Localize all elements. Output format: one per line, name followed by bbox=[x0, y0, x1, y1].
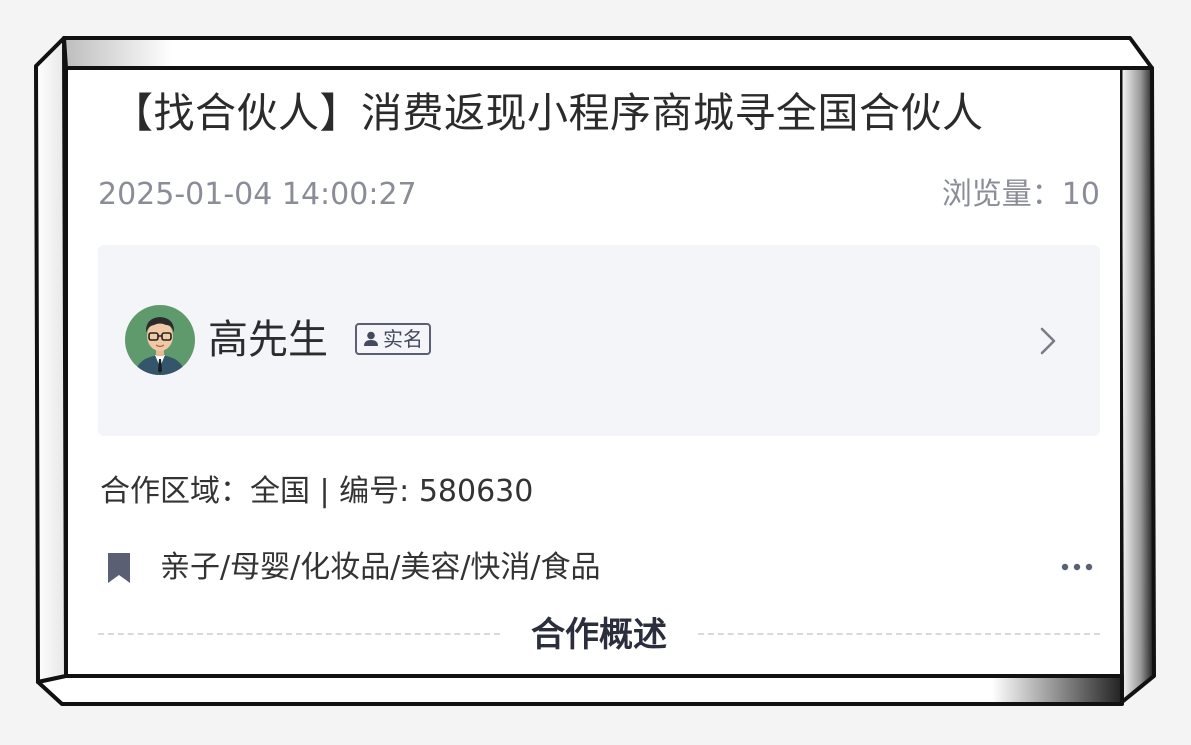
divider-right bbox=[698, 633, 1100, 635]
person-icon bbox=[364, 331, 378, 346]
verified-badge: 实名 bbox=[355, 323, 431, 355]
post-card: 【找合伙人】消费返现小程序商城寻全国合伙人 2025-01-04 14:00:2… bbox=[68, 70, 1120, 674]
post-date: 2025-01-04 14:00:27 bbox=[98, 177, 417, 212]
user-profile-card[interactable]: 高先生 实名 bbox=[98, 245, 1100, 436]
bookmark-icon bbox=[108, 553, 130, 583]
post-meta: 2025-01-04 14:00:27 浏览量：10 bbox=[98, 170, 1100, 220]
male-avatar-glasses-icon bbox=[125, 305, 195, 375]
verified-badge-label: 实名 bbox=[383, 327, 423, 351]
tags-row: 亲子/母婴/化妆品/美容/快消/食品 bbox=[98, 546, 1100, 590]
post-title: 【找合伙人】消费返现小程序商城寻全国合伙人 bbox=[112, 89, 984, 137]
user-name: 高先生 bbox=[208, 317, 328, 363]
section-title: 合作概述 bbox=[531, 615, 667, 655]
industry-tags: 亲子/母婴/化妆品/美容/快消/食品 bbox=[160, 550, 601, 585]
divider-left bbox=[98, 633, 500, 635]
section-header: 合作概述 bbox=[98, 610, 1100, 660]
cooperation-area-and-id: 合作区域：全国 | 编号: 580630 bbox=[100, 474, 534, 509]
chevron-right-icon[interactable] bbox=[1036, 325, 1060, 357]
view-count: 浏览量：10 bbox=[941, 177, 1100, 212]
more-icon[interactable] bbox=[1060, 560, 1094, 574]
